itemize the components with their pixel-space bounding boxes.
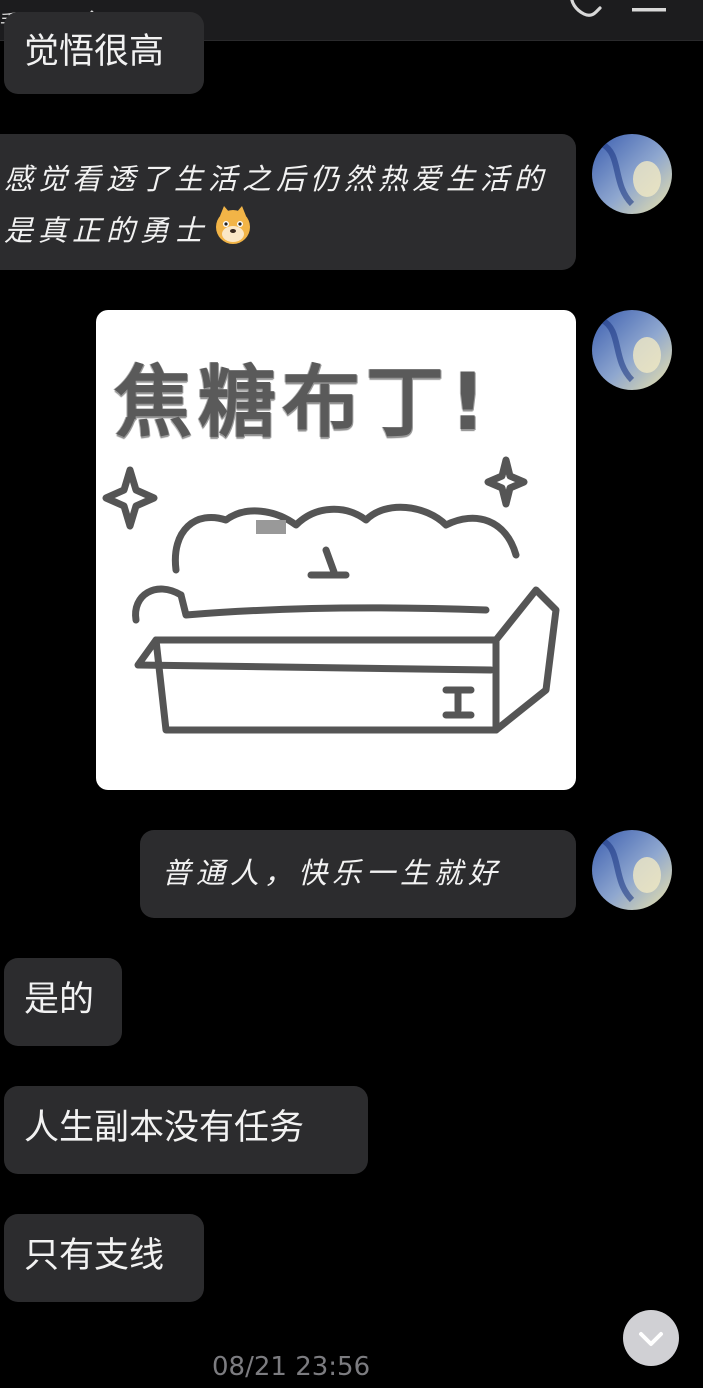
message-text: 觉悟很高 — [24, 32, 165, 72]
dog-face-icon — [212, 204, 254, 261]
menu-icon[interactable] — [632, 2, 666, 16]
message-bubble[interactable]: 感觉看透了生活之后仍然热爱生活的是真正的勇士 — [0, 134, 576, 270]
message-bubble[interactable]: 人生副本没有任务 — [4, 1086, 368, 1174]
phone-icon[interactable] — [566, 0, 606, 20]
message-text: 人生副本没有任务 — [24, 1108, 305, 1148]
scroll-to-bottom-button[interactable] — [623, 1310, 679, 1366]
message-text: 普通人，快乐一生就好 — [162, 856, 503, 890]
sticker-image[interactable]: 焦糖布丁! — [96, 310, 576, 790]
message-text: 只有支线 — [24, 1236, 165, 1276]
message-bubble[interactable]: 只有支线 — [4, 1214, 204, 1302]
timestamp: 08/21 23:56 — [212, 1352, 371, 1382]
message-text: 是的 — [24, 980, 95, 1020]
message-bubble[interactable]: 普通人，快乐一生就好 — [140, 830, 576, 918]
message-bubble[interactable]: 是的 — [4, 958, 122, 1046]
message-text: 感觉看透了生活之后仍然热爱生活的是真正的勇士 — [4, 162, 549, 248]
avatar[interactable] — [592, 310, 672, 390]
avatar[interactable] — [592, 134, 672, 214]
box-cat-drawing — [102, 456, 560, 734]
chevron-down-icon — [639, 1332, 663, 1346]
avatar[interactable] — [592, 830, 672, 910]
message-bubble[interactable]: 觉悟很高 — [4, 12, 204, 94]
